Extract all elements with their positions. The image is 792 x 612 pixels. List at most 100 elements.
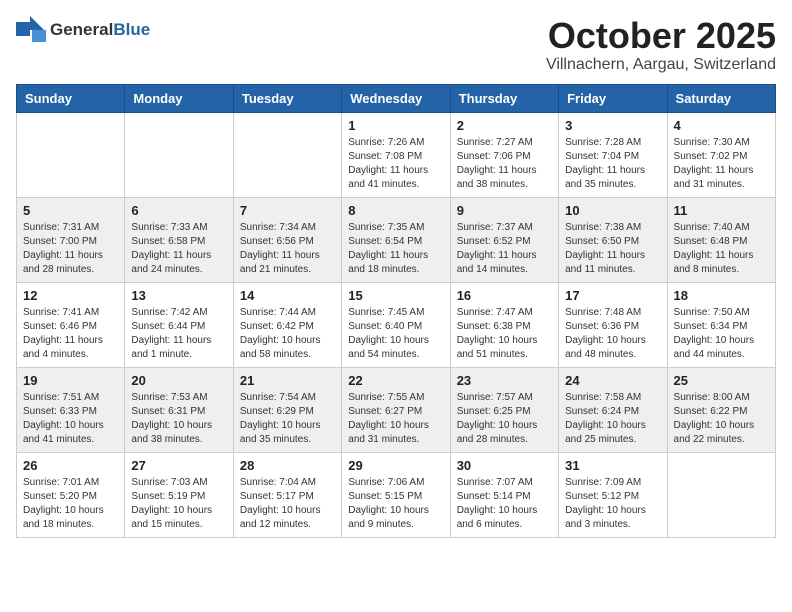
- day-number: 20: [131, 373, 226, 388]
- weekday-header-monday: Monday: [125, 84, 233, 112]
- weekday-header-saturday: Saturday: [667, 84, 775, 112]
- week-row-5: 26 Sunrise: 7:01 AM Sunset: 5:20 PM Dayli…: [17, 452, 776, 537]
- calendar-cell: [667, 452, 775, 537]
- week-row-3: 12 Sunrise: 7:41 AM Sunset: 6:46 PM Dayli…: [17, 282, 776, 367]
- day-info: Sunrise: 7:07 AM Sunset: 5:14 PM Dayligh…: [457, 476, 552, 532]
- day-info: Sunrise: 7:30 AM Sunset: 7:02 PM Dayligh…: [674, 136, 769, 192]
- day-number: 12: [23, 288, 118, 303]
- day-number: 31: [565, 458, 660, 473]
- day-info: Sunrise: 7:40 AM Sunset: 6:48 PM Dayligh…: [674, 221, 769, 277]
- day-number: 1: [348, 118, 443, 133]
- calendar-cell: 21 Sunrise: 7:54 AM Sunset: 6:29 PM Dayli…: [233, 367, 341, 452]
- calendar-cell: 31 Sunrise: 7:09 AM Sunset: 5:12 PM Dayli…: [559, 452, 667, 537]
- day-number: 9: [457, 203, 552, 218]
- day-info: Sunrise: 7:33 AM Sunset: 6:58 PM Dayligh…: [131, 221, 226, 277]
- day-info: Sunrise: 7:04 AM Sunset: 5:17 PM Dayligh…: [240, 476, 335, 532]
- day-info: Sunrise: 7:26 AM Sunset: 7:08 PM Dayligh…: [348, 136, 443, 192]
- day-number: 28: [240, 458, 335, 473]
- day-number: 4: [674, 118, 769, 133]
- week-row-1: 1 Sunrise: 7:26 AM Sunset: 7:08 PM Daylig…: [17, 112, 776, 197]
- weekday-header-wednesday: Wednesday: [342, 84, 450, 112]
- calendar-cell: 6 Sunrise: 7:33 AM Sunset: 6:58 PM Daylig…: [125, 197, 233, 282]
- logo-blue: Blue: [113, 20, 150, 39]
- day-number: 18: [674, 288, 769, 303]
- calendar-cell: 14Sunrise: 7:44 AM Sunset: 6:42 PM Dayli…: [233, 282, 341, 367]
- calendar-cell: 29 Sunrise: 7:06 AM Sunset: 5:15 PM Dayli…: [342, 452, 450, 537]
- calendar-table: SundayMondayTuesdayWednesdayThursdayFrid…: [16, 84, 776, 538]
- calendar-cell: [17, 112, 125, 197]
- calendar-cell: 28 Sunrise: 7:04 AM Sunset: 5:17 PM Dayli…: [233, 452, 341, 537]
- calendar-cell: 15Sunrise: 7:45 AM Sunset: 6:40 PM Dayli…: [342, 282, 450, 367]
- day-info: Sunrise: 7:51 AM Sunset: 6:33 PM Dayligh…: [23, 391, 118, 447]
- calendar-cell: 22 Sunrise: 7:55 AM Sunset: 6:27 PM Dayli…: [342, 367, 450, 452]
- day-number: 17: [565, 288, 660, 303]
- month-title: October 2025: [546, 16, 776, 56]
- day-info: Sunrise: 7:03 AM Sunset: 5:19 PM Dayligh…: [131, 476, 226, 532]
- day-number: 30: [457, 458, 552, 473]
- calendar-cell: [125, 112, 233, 197]
- calendar-cell: 13Sunrise: 7:42 AM Sunset: 6:44 PM Dayli…: [125, 282, 233, 367]
- day-info: Sunrise: 7:09 AM Sunset: 5:12 PM Dayligh…: [565, 476, 660, 532]
- calendar-cell: 5 Sunrise: 7:31 AM Sunset: 7:00 PM Daylig…: [17, 197, 125, 282]
- day-number: 7: [240, 203, 335, 218]
- calendar-cell: 26 Sunrise: 7:01 AM Sunset: 5:20 PM Dayli…: [17, 452, 125, 537]
- calendar-cell: 12 Sunrise: 7:41 AM Sunset: 6:46 PM Dayli…: [17, 282, 125, 367]
- day-info: Sunrise: 7:27 AM Sunset: 7:06 PM Dayligh…: [457, 136, 552, 192]
- location: Villnachern, Aargau, Switzerland: [546, 56, 776, 74]
- calendar-cell: 27 Sunrise: 7:03 AM Sunset: 5:19 PM Dayli…: [125, 452, 233, 537]
- day-info: Sunrise: 7:54 AM Sunset: 6:29 PM Dayligh…: [240, 391, 335, 447]
- weekday-header-row: SundayMondayTuesdayWednesdayThursdayFrid…: [17, 84, 776, 112]
- weekday-header-friday: Friday: [559, 84, 667, 112]
- calendar-cell: 7Sunrise: 7:34 AM Sunset: 6:56 PM Daylig…: [233, 197, 341, 282]
- page-header: GeneralBlue October 2025 Villnachern, Aa…: [16, 16, 776, 74]
- calendar-cell: [233, 112, 341, 197]
- calendar-cell: 23Sunrise: 7:57 AM Sunset: 6:25 PM Dayli…: [450, 367, 558, 452]
- calendar-cell: 25 Sunrise: 8:00 AM Sunset: 6:22 PM Dayli…: [667, 367, 775, 452]
- day-info: Sunrise: 7:37 AM Sunset: 6:52 PM Dayligh…: [457, 221, 552, 277]
- day-info: Sunrise: 7:48 AM Sunset: 6:36 PM Dayligh…: [565, 306, 660, 362]
- day-info: Sunrise: 7:41 AM Sunset: 6:46 PM Dayligh…: [23, 306, 118, 362]
- calendar-cell: 16Sunrise: 7:47 AM Sunset: 6:38 PM Dayli…: [450, 282, 558, 367]
- day-info: Sunrise: 7:28 AM Sunset: 7:04 PM Dayligh…: [565, 136, 660, 192]
- day-number: 25: [674, 373, 769, 388]
- calendar-cell: 4 Sunrise: 7:30 AM Sunset: 7:02 PM Daylig…: [667, 112, 775, 197]
- calendar-cell: 2 Sunrise: 7:27 AM Sunset: 7:06 PM Daylig…: [450, 112, 558, 197]
- day-number: 6: [131, 203, 226, 218]
- calendar-cell: 10 Sunrise: 7:38 AM Sunset: 6:50 PM Dayli…: [559, 197, 667, 282]
- title-section: October 2025 Villnachern, Aargau, Switze…: [546, 16, 776, 74]
- day-info: Sunrise: 7:35 AM Sunset: 6:54 PM Dayligh…: [348, 221, 443, 277]
- day-number: 10: [565, 203, 660, 218]
- calendar-cell: 19 Sunrise: 7:51 AM Sunset: 6:33 PM Dayli…: [17, 367, 125, 452]
- calendar-cell: 17 Sunrise: 7:48 AM Sunset: 6:36 PM Dayli…: [559, 282, 667, 367]
- day-info: Sunrise: 7:06 AM Sunset: 5:15 PM Dayligh…: [348, 476, 443, 532]
- logo-icon: [16, 16, 48, 44]
- day-number: 13: [131, 288, 226, 303]
- day-info: Sunrise: 7:57 AM Sunset: 6:25 PM Dayligh…: [457, 391, 552, 447]
- day-number: 29: [348, 458, 443, 473]
- day-number: 2: [457, 118, 552, 133]
- week-row-4: 19 Sunrise: 7:51 AM Sunset: 6:33 PM Dayli…: [17, 367, 776, 452]
- logo-general: General: [50, 20, 113, 39]
- day-number: 5: [23, 203, 118, 218]
- day-number: 19: [23, 373, 118, 388]
- day-info: Sunrise: 7:01 AM Sunset: 5:20 PM Dayligh…: [23, 476, 118, 532]
- day-number: 22: [348, 373, 443, 388]
- day-number: 27: [131, 458, 226, 473]
- day-info: Sunrise: 7:31 AM Sunset: 7:00 PM Dayligh…: [23, 221, 118, 277]
- calendar-cell: 18Sunrise: 7:50 AM Sunset: 6:34 PM Dayli…: [667, 282, 775, 367]
- calendar-cell: 3Sunrise: 7:28 AM Sunset: 7:04 PM Daylig…: [559, 112, 667, 197]
- day-info: Sunrise: 8:00 AM Sunset: 6:22 PM Dayligh…: [674, 391, 769, 447]
- day-info: Sunrise: 7:38 AM Sunset: 6:50 PM Dayligh…: [565, 221, 660, 277]
- day-info: Sunrise: 7:47 AM Sunset: 6:38 PM Dayligh…: [457, 306, 552, 362]
- day-number: 11: [674, 203, 769, 218]
- week-row-2: 5 Sunrise: 7:31 AM Sunset: 7:00 PM Daylig…: [17, 197, 776, 282]
- calendar-cell: 20Sunrise: 7:53 AM Sunset: 6:31 PM Dayli…: [125, 367, 233, 452]
- day-number: 26: [23, 458, 118, 473]
- day-info: Sunrise: 7:44 AM Sunset: 6:42 PM Dayligh…: [240, 306, 335, 362]
- calendar-cell: 24Sunrise: 7:58 AM Sunset: 6:24 PM Dayli…: [559, 367, 667, 452]
- day-info: Sunrise: 7:55 AM Sunset: 6:27 PM Dayligh…: [348, 391, 443, 447]
- calendar-cell: 8Sunrise: 7:35 AM Sunset: 6:54 PM Daylig…: [342, 197, 450, 282]
- weekday-header-thursday: Thursday: [450, 84, 558, 112]
- day-number: 21: [240, 373, 335, 388]
- weekday-header-sunday: Sunday: [17, 84, 125, 112]
